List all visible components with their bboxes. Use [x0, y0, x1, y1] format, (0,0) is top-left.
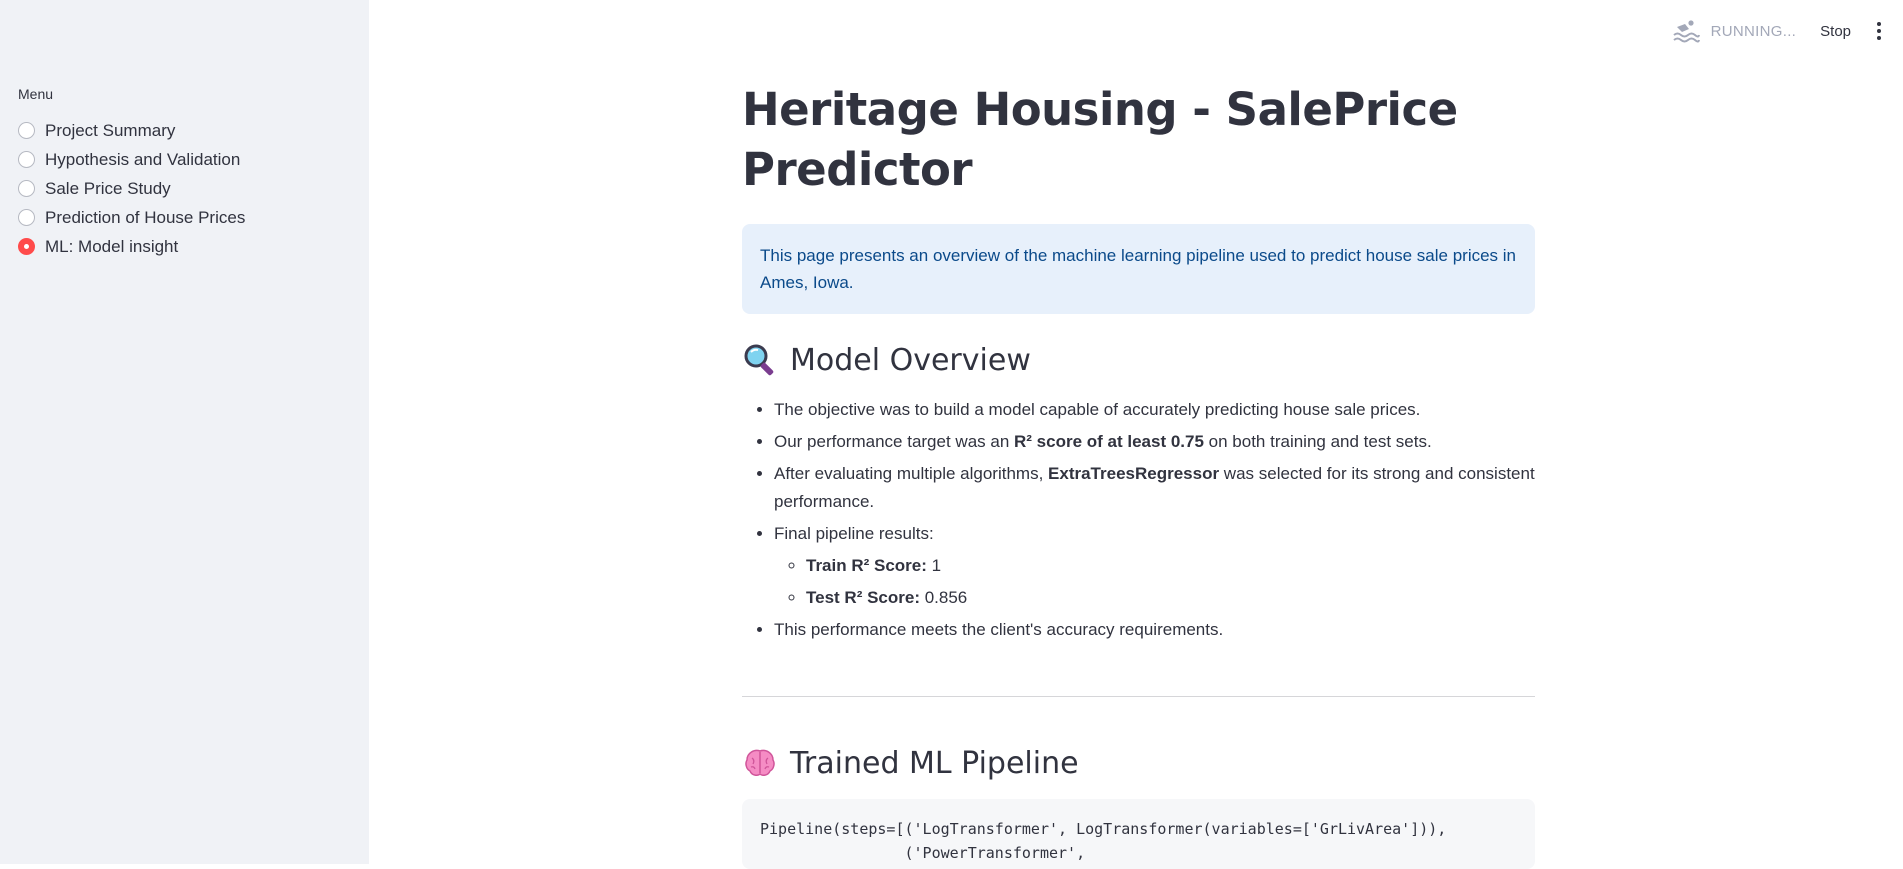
pipeline-code-block: Pipeline(steps=[('LogTransformer', LogTr… — [742, 799, 1535, 869]
divider — [742, 696, 1535, 697]
overview-list: The objective was to build a model capab… — [742, 396, 1535, 644]
brain-icon — [745, 749, 775, 776]
info-alert: This page presents an overview of the ma… — [742, 224, 1535, 314]
radio-button[interactable] — [18, 151, 35, 168]
list-item-text: The objective was to build a model capab… — [774, 400, 1421, 419]
main-content: Heritage Housing - SalePrice Predictor T… — [742, 80, 1535, 869]
radio-button[interactable] — [18, 209, 35, 226]
list-item: After evaluating multiple algorithms, Ex… — [774, 460, 1535, 516]
list-item-bold: ExtraTreesRegressor — [1048, 464, 1220, 483]
running-status: RUNNING... — [1710, 22, 1797, 40]
menu-item-hypothesis-validation[interactable]: Hypothesis and Validation — [18, 145, 245, 174]
page-title: Heritage Housing - SalePrice Predictor — [742, 83, 1458, 196]
sublist-item: Test R² Score: 0.856 — [806, 584, 1535, 612]
list-item-text: This performance meets the client's accu… — [774, 620, 1224, 639]
metric-label: Test R² Score: — [806, 588, 920, 607]
menu-item-label: Project Summary — [45, 120, 176, 140]
radio-button[interactable] — [18, 122, 35, 139]
section-title: Model Overview — [790, 342, 1031, 378]
menu-item-ml-model-insight[interactable]: ML: Model insight — [18, 232, 245, 261]
list-item-text: on both training and test sets. — [1203, 432, 1432, 451]
list-item: This performance meets the client's accu… — [774, 616, 1535, 644]
radio-button[interactable] — [18, 180, 35, 197]
kebab-dot — [1877, 22, 1881, 26]
list-item: Our performance target was an R² score o… — [774, 428, 1535, 456]
kebab-dot — [1877, 36, 1881, 40]
radio-button-selected[interactable] — [18, 238, 35, 255]
app-header: RUNNING... Stop — [1671, 0, 1903, 62]
menu-item-label: Hypothesis and Validation — [45, 149, 241, 169]
model-overview-heading: Model Overview — [742, 340, 1535, 380]
list-item-bold: R² score of at least 0.75 — [1014, 432, 1204, 451]
magnifier-icon — [744, 344, 774, 376]
section-title: Trained ML Pipeline — [790, 745, 1079, 781]
metric-label: Train R² Score: — [806, 556, 927, 575]
swimmer-icon — [1672, 20, 1700, 43]
menu-item-prediction[interactable]: Prediction of House Prices — [18, 203, 245, 232]
menu-item-sale-price-study[interactable]: Sale Price Study — [18, 174, 245, 203]
metric-value: 1 — [926, 556, 942, 575]
kebab-dot — [1877, 29, 1881, 33]
results-sublist: Train R² Score: 1 Test R² Score: 0.856 — [774, 552, 1535, 612]
kebab-menu-icon[interactable] — [1877, 22, 1883, 40]
list-item-text: Final pipeline results: — [774, 524, 934, 543]
list-item-text: Our performance target was an — [774, 432, 1015, 451]
sidebar: Menu Project Summary Hypothesis and Vali… — [0, 0, 369, 864]
menu-label: Menu — [18, 86, 54, 102]
menu-item-label: ML: Model insight — [45, 236, 179, 256]
metric-value: 0.856 — [920, 588, 968, 607]
list-item-text: After evaluating multiple algorithms, — [774, 464, 1049, 483]
pipeline-heading: Trained ML Pipeline — [742, 743, 1535, 783]
menu-radio-group: Project Summary Hypothesis and Validatio… — [18, 116, 245, 261]
sublist-item: Train R² Score: 1 — [806, 552, 1535, 580]
stop-button[interactable]: Stop — [1820, 23, 1851, 40]
list-item: The objective was to build a model capab… — [774, 396, 1535, 424]
list-item: Final pipeline results: Train R² Score: … — [774, 520, 1535, 612]
menu-item-project-summary[interactable]: Project Summary — [18, 116, 245, 145]
menu-item-label: Prediction of House Prices — [45, 207, 246, 227]
menu-item-label: Sale Price Study — [45, 178, 171, 198]
